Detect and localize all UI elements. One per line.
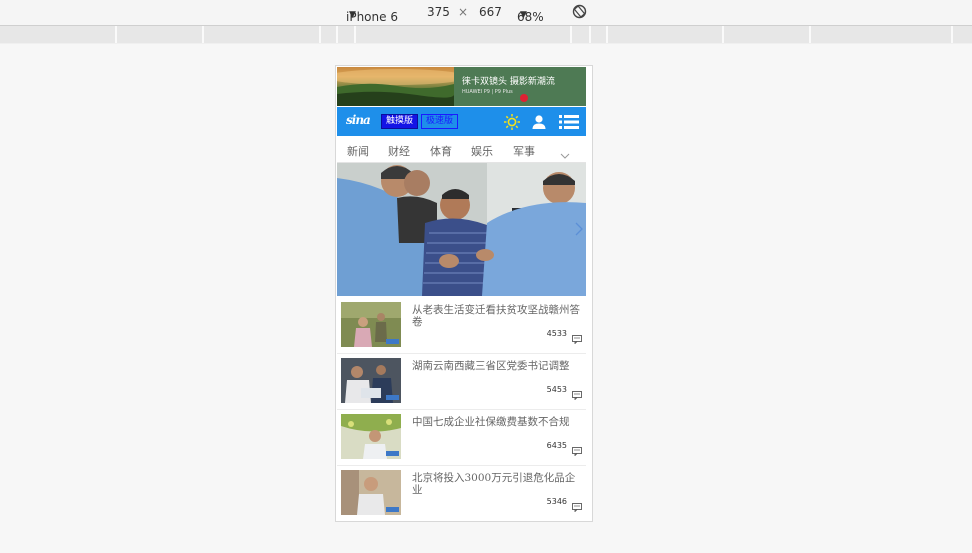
comment-icon: [572, 385, 582, 401]
comment-icon: [572, 497, 582, 513]
headline-carousel-image[interactable]: [337, 163, 586, 296]
sina-logo[interactable]: sina: [346, 113, 371, 127]
list-item[interactable]: 湖南云南西藏三省区党委书记调整 5453: [337, 353, 586, 410]
ruler-tick: [722, 26, 724, 43]
list-item[interactable]: 中国七成企业社保缴费基数不合规 6435: [337, 409, 586, 466]
comment-count: 6435: [546, 441, 567, 450]
ruler-tick: [951, 26, 953, 43]
news-title: 湖南云南西藏三省区党委书记调整: [412, 360, 570, 372]
caret-down-icon: ▼: [349, 10, 356, 20]
ad-subline: HUAWEI P9 | P9 Plus: [462, 89, 513, 95]
news-thumbnail: [341, 302, 401, 347]
ruler-tick: [319, 26, 321, 43]
fast-mode-button[interactable]: 极速版: [421, 114, 459, 129]
list-item[interactable]: 北京将投入3000万元引退危化品企业 5346: [337, 465, 586, 521]
rotate-icon[interactable]: [572, 4, 587, 22]
comment-icon: [572, 441, 582, 457]
device-viewport: 徕卡双镜头 摄影新潮流 HUAWEI P9 | P9 Plus sina 触摸版…: [335, 65, 593, 522]
nav-item-news[interactable]: 新闻: [347, 143, 369, 159]
nav-item-finance[interactable]: 财经: [388, 143, 410, 159]
ruler-tick: [354, 26, 356, 43]
news-thumbnail: [341, 414, 401, 459]
ruler-tick: [606, 26, 608, 43]
ruler-tick: [570, 26, 572, 43]
ad-banner[interactable]: 徕卡双镜头 摄影新潮流 HUAWEI P9 | P9 Plus: [337, 67, 586, 106]
news-title: 中国七成企业社保缴费基数不合规: [412, 416, 570, 428]
nav-item-entertainment[interactable]: 娱乐: [471, 143, 493, 159]
media-query-ruler[interactable]: [0, 26, 972, 44]
ruler-tick: [336, 26, 338, 43]
touch-mode-button[interactable]: 触摸版: [381, 114, 419, 129]
ad-landscape-image: [337, 67, 467, 106]
comment-count: 5346: [546, 497, 567, 506]
news-thumbnail: [341, 470, 401, 515]
caret-down-icon: ▼: [520, 10, 527, 20]
sun-icon[interactable]: [503, 113, 521, 131]
ruler-tick: [202, 26, 204, 43]
comment-icon: [572, 329, 582, 345]
news-thumbnail: [341, 358, 401, 403]
device-toolbar: iPhone 6 ▼ 375 × 667 68% ▼: [0, 0, 972, 26]
brand-badge-icon: [520, 94, 528, 102]
height-input[interactable]: 667: [479, 5, 502, 19]
ad-headline: 徕卡双镜头 摄影新潮流: [462, 77, 555, 87]
width-input[interactable]: 375: [427, 5, 450, 19]
nav-item-military[interactable]: 军事: [513, 143, 535, 159]
ruler-tick: [589, 26, 591, 43]
list-item[interactable]: 从老表生活变迁看扶贫攻坚战赣州答卷 4533: [337, 297, 586, 354]
site-header: sina 触摸版 极速版: [337, 107, 586, 136]
channel-nav: 新闻 财经 体育 娱乐 军事: [337, 137, 586, 163]
ruler-tick: [115, 26, 117, 43]
news-title: 从老表生活变迁看扶贫攻坚战赣州答卷: [412, 304, 580, 328]
user-icon[interactable]: [530, 113, 548, 131]
chevron-right-icon[interactable]: [575, 221, 583, 240]
nav-item-sports[interactable]: 体育: [430, 143, 452, 159]
menu-list-icon[interactable]: [558, 113, 580, 131]
news-title: 北京将投入3000万元引退危化品企业: [412, 472, 576, 496]
chevron-down-icon[interactable]: [560, 145, 570, 164]
ruler-tick: [809, 26, 811, 43]
comment-count: 4533: [546, 329, 567, 338]
comment-count: 5453: [546, 385, 567, 394]
dimension-separator: ×: [458, 5, 469, 19]
